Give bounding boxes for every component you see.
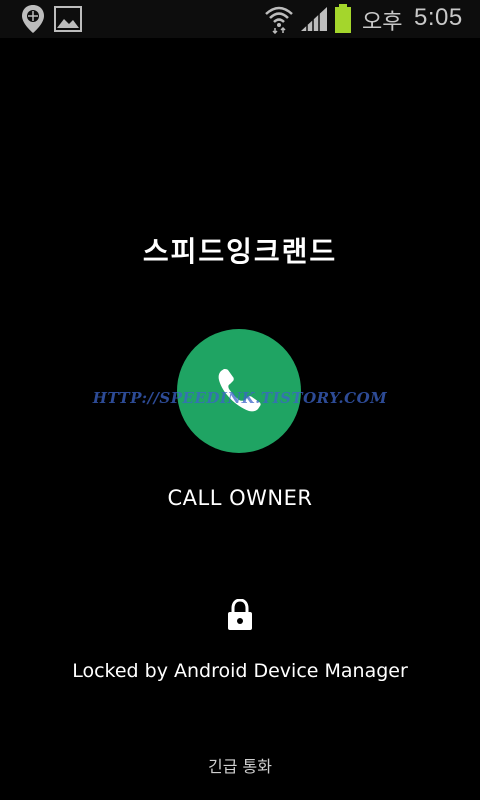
location-icon	[22, 5, 44, 33]
battery-icon	[335, 4, 351, 33]
watermark: HTTP://SPEEDINK.TISTORY.COM	[92, 389, 388, 407]
emergency-call-button[interactable]: 긴급 통화	[0, 753, 480, 777]
status-bar: 오후 5:05	[0, 0, 480, 38]
call-owner-label[interactable]: CALL OWNER	[0, 486, 480, 510]
am-pm-indicator: 오후	[362, 10, 403, 35]
owner-name: 스피드잉크랜드	[142, 235, 338, 268]
locked-message: Locked by Android Device Manager	[72, 660, 408, 682]
signal-icon	[301, 7, 327, 31]
clock: 5:05	[414, 4, 463, 31]
image-icon	[54, 6, 82, 32]
wifi-icon	[265, 6, 293, 34]
lock-icon	[228, 599, 252, 630]
